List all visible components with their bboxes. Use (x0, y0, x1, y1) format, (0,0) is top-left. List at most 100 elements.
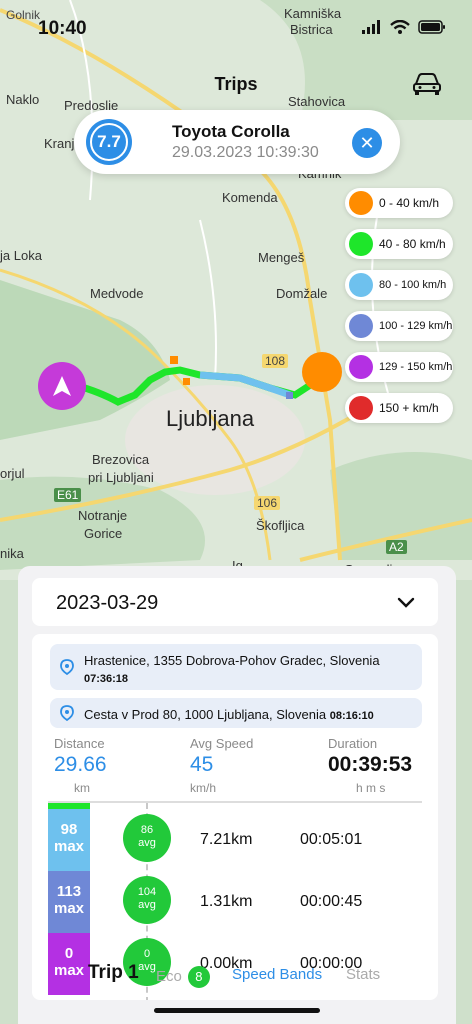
tab-trip[interactable]: Trip 1 (88, 962, 139, 984)
tab-stats[interactable]: Stats (346, 966, 380, 983)
legend-item: 80 - 100 km/h (345, 270, 453, 300)
status-time: 10:40 (38, 18, 87, 39)
close-icon: ✕ (359, 132, 375, 153)
end-time: 08:16:10 (329, 710, 374, 722)
speed-legend: 0 - 40 km/h 40 - 80 km/h 80 - 100 km/h 1… (345, 188, 453, 434)
chevron-down-icon (397, 597, 415, 608)
map-label: Domžale (276, 286, 328, 301)
start-address-text: Hrastenice, 1355 Dobrova-Pohov Gradec, S… (84, 653, 380, 668)
map-label: Stahovica (288, 94, 346, 109)
avg-speed-stat: Avg Speed 45 km/h (190, 736, 253, 795)
map-label: Brezovica (92, 452, 150, 467)
tab-eco[interactable]: Eco 8 (156, 966, 210, 988)
duration-label: Duration (328, 736, 378, 751)
location-pin-icon (60, 705, 74, 721)
map-label: 108 (262, 354, 289, 368)
vehicle-select-button[interactable] (410, 70, 444, 98)
legend-dot (349, 396, 373, 420)
legend-item: 150 + km/h (345, 393, 453, 423)
map-label: 106 (254, 496, 281, 510)
legend-label: 40 - 80 km/h (379, 237, 446, 251)
band-max-bar: 113 max (48, 871, 90, 933)
band-max: 0 (64, 945, 74, 962)
duration-value: 00:39:53 (328, 753, 413, 776)
band-max: 98 (60, 821, 78, 838)
end-marker-icon[interactable] (302, 352, 342, 392)
band-max-label: max (53, 838, 85, 855)
band-avg: 104 (137, 886, 157, 898)
map-label: Gorice (84, 526, 123, 541)
legend-item: 100 - 129 km/h (345, 311, 453, 341)
band-max: 113 (56, 883, 82, 900)
band-max-bar: 98 max (48, 809, 90, 871)
map-label: orjul (0, 466, 25, 481)
tab-bar: Trip 1 Eco 8 Speed Bands Stats (18, 962, 456, 992)
band-time: 00:00:45 (300, 893, 363, 910)
car-icon (413, 73, 441, 95)
distance-stat: Distance 29.66 km (54, 736, 107, 795)
wifi-icon (390, 20, 410, 34)
legend-label: 129 - 150 km/h (379, 361, 453, 373)
legend-label: 150 + km/h (379, 401, 439, 415)
band-distance: 1.31km (200, 893, 253, 910)
avg-speed-value: 45 (190, 753, 214, 776)
map-label: A2 (386, 540, 407, 554)
signal-icon (362, 20, 380, 34)
legend-label: 80 - 100 km/h (379, 279, 447, 291)
distance-label: Distance (54, 736, 105, 751)
speed-band-row: 113 max 104 avg 1.31km 00:00:45 (48, 871, 422, 933)
map-label: Notranje (78, 508, 128, 523)
band-avg-badge: 86 avg (123, 814, 171, 862)
speed-band-row: 98 max 86 avg 7.21km 00:05:01 (48, 809, 422, 871)
driver-score: 7.7 (97, 132, 121, 151)
map-label: Medvode (90, 286, 144, 301)
tab-speed-bands[interactable]: Speed Bands (232, 966, 322, 983)
start-address: Hrastenice, 1355 Dobrova-Pohov Gradec, S… (50, 644, 422, 690)
legend-item: 129 - 150 km/h (345, 352, 453, 382)
band-time: 00:05:01 (300, 831, 363, 848)
eco-count-badge: 8 (187, 966, 210, 988)
map-label: Mengeš (258, 250, 305, 265)
map-label: E61 (54, 488, 82, 502)
avg-speed-label: Avg Speed (190, 736, 254, 751)
start-time: 07:36:18 (84, 673, 129, 685)
map-label: Ljubljana (166, 406, 255, 431)
distance-unit: km (74, 781, 90, 795)
band-max-label: max (53, 900, 85, 917)
end-address: Cesta v Prod 80, 1000 Ljubljana, Sloveni… (50, 698, 422, 728)
trip-panel: 2023-03-29 Hrastenice, 1355 Dobrova-Poho… (18, 566, 456, 1024)
duration-unit: h m s (356, 781, 386, 795)
map-label: Komenda (222, 190, 278, 205)
vehicle-datetime: 29.03.2023 10:39:30 (172, 144, 319, 161)
page-title: Trips (214, 74, 258, 94)
legend-dot (349, 355, 373, 379)
legend-dot (349, 232, 373, 256)
legend-label: 100 - 129 km/h (379, 320, 453, 332)
band-avg-badge: 104 avg (123, 876, 171, 924)
start-marker-icon[interactable] (38, 362, 86, 410)
vehicle-card[interactable]: 7.7 Toyota Corolla 29.03.2023 10:39:30 ✕ (74, 110, 400, 174)
band-avg-label: avg (138, 899, 156, 911)
band-avg-label: avg (138, 837, 156, 849)
battery-icon (418, 20, 445, 34)
map-label: Škofljica (256, 518, 305, 533)
close-button[interactable]: ✕ (352, 128, 382, 158)
date-dropdown[interactable]: 2023-03-29 (32, 578, 438, 626)
location-pin-icon (60, 659, 74, 675)
band-avg: 0 (143, 948, 151, 960)
legend-dot (349, 191, 373, 215)
legend-item: 40 - 80 km/h (345, 229, 453, 259)
driver-score-badge: 7.7 (86, 119, 132, 165)
home-indicator[interactable] (154, 1008, 320, 1013)
status-icons (362, 20, 446, 34)
avg-speed-unit: km/h (190, 781, 217, 795)
tab-eco-label: Eco (156, 968, 182, 985)
legend-label: 0 - 40 km/h (379, 196, 440, 210)
band-avg: 86 (140, 824, 154, 836)
map-label: Kranj (44, 136, 75, 151)
distance-value: 29.66 (54, 753, 107, 776)
band-distance: 7.21km (200, 831, 253, 848)
trip-details-card: Hrastenice, 1355 Dobrova-Pohov Gradec, S… (32, 634, 438, 1000)
map-label: pri Ljubljani (88, 470, 154, 485)
trip-date: 2023-03-29 (56, 592, 159, 614)
